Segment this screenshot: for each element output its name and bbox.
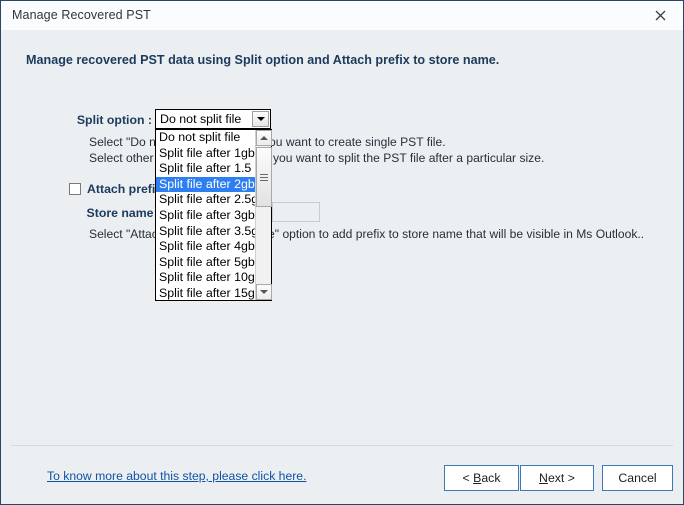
close-icon — [654, 9, 667, 22]
split-option-label: Split option : — [76, 113, 152, 127]
dropdown-option[interactable]: Split file after 3.5gb — [156, 224, 265, 240]
grip-icon — [260, 172, 268, 183]
caret-up-icon — [260, 136, 268, 140]
dialog-content: Manage recovered PST data using Split op… — [1, 30, 683, 504]
dropdown-option[interactable]: Split file after 1.5 gb — [156, 161, 269, 177]
back-button[interactable]: < Back — [444, 465, 519, 491]
dropdown-option[interactable]: Split file after 2.5gb — [156, 192, 265, 208]
dropdown-option[interactable]: Split file after 1gb — [156, 146, 256, 162]
split-option-combobox[interactable]: Do not split file — [155, 109, 271, 129]
window-title: Manage Recovered PST — [12, 8, 151, 22]
next-button[interactable]: Next > — [520, 465, 594, 491]
title-bar: Manage Recovered PST — [1, 1, 683, 30]
split-option-dropdown-button[interactable] — [252, 111, 269, 127]
dropdown-option[interactable]: Split file after 3gb — [156, 208, 256, 224]
help-link[interactable]: To know more about this step, please cli… — [47, 469, 306, 483]
dropdown-option-selected[interactable]: Split file after 2gb — [156, 176, 256, 193]
page-title: Manage recovered PST data using Split op… — [26, 53, 500, 67]
split-option-value: Do not split file — [160, 112, 242, 126]
cancel-button[interactable]: Cancel — [602, 465, 673, 491]
caret-down-icon — [260, 290, 268, 294]
scroll-down-button[interactable] — [256, 284, 272, 300]
chevron-down-icon — [256, 117, 265, 121]
dropdown-scrollbar[interactable] — [255, 130, 272, 300]
scrollbar-thumb[interactable] — [256, 147, 272, 207]
dropdown-option[interactable]: Split file after 4gb — [156, 239, 256, 255]
attach-prefix-checkbox[interactable] — [69, 183, 81, 195]
split-option-dropdown-list[interactable]: Do not split file Split file after 1gb S… — [155, 129, 272, 301]
back-button-label: < Back — [462, 471, 501, 485]
scroll-up-button[interactable] — [256, 130, 272, 146]
close-button[interactable] — [638, 1, 683, 30]
next-button-label: Next > — [539, 471, 575, 485]
store-name-label: Store name : — [86, 206, 161, 220]
dropdown-option[interactable]: Do not split file — [156, 130, 256, 146]
dropdown-option[interactable]: Split file after 15gb — [156, 286, 262, 302]
dropdown-option[interactable]: Split file after 5gb — [156, 255, 256, 271]
manage-recovered-pst-dialog: Manage Recovered PST Manage recovered PS… — [0, 0, 684, 505]
footer-divider — [11, 445, 673, 446]
store-name-input[interactable] — [272, 202, 320, 222]
dropdown-option[interactable]: Split file after 10gb — [156, 270, 262, 286]
dropdown-options: Do not split file Split file after 1gb S… — [156, 130, 269, 302]
